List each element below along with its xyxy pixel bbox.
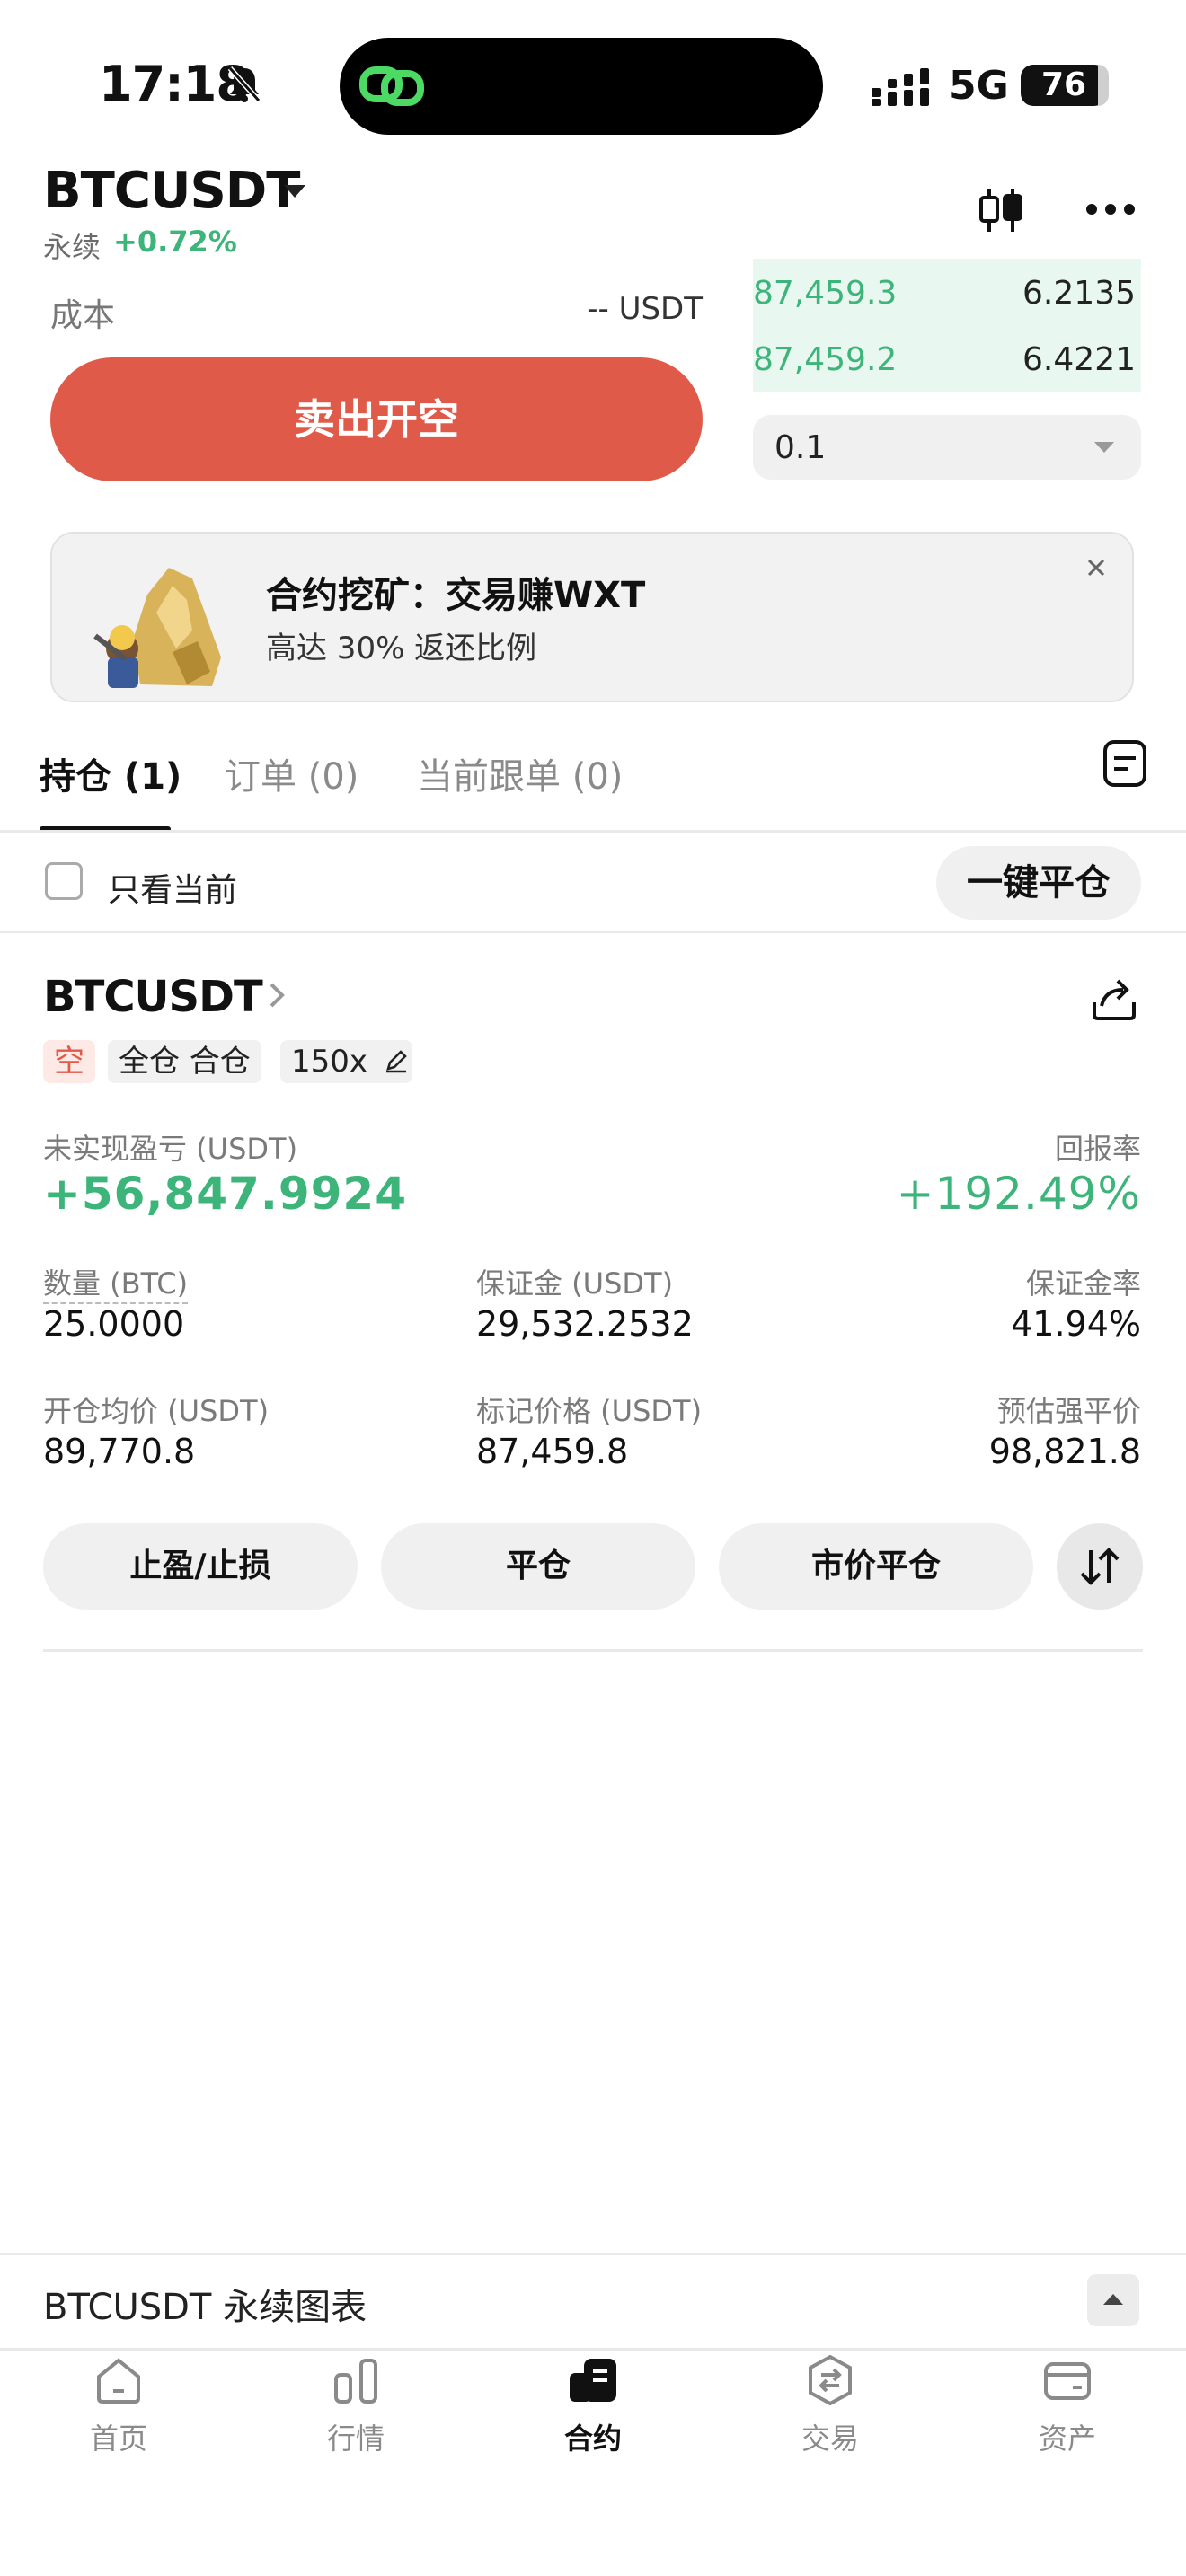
mark-price-value: 87,459.8: [476, 1432, 629, 1471]
close-icon[interactable]: [1082, 553, 1111, 582]
close-position-button[interactable]: 平仓: [381, 1523, 695, 1610]
symbol-title[interactable]: BTCUSDT: [43, 162, 300, 220]
depth-select-value: 0.1: [774, 429, 827, 466]
orderbook-price: 87,459.2: [753, 341, 898, 378]
only-current-label: 只看当前: [108, 872, 238, 909]
chart-bar-label[interactable]: BTCUSDT 永续图表: [43, 2278, 367, 2330]
roe-label: 回报率: [1054, 1132, 1141, 1166]
share-icon[interactable]: [1089, 975, 1139, 1022]
app-screen: 17:18 5G 76 BTCUSDT 永续 +0.72% 成本 -- USDT…: [0, 0, 1186, 2576]
orderbook-qty: 6.2135: [1022, 275, 1136, 312]
bell-muted-icon: [227, 66, 261, 102]
nav-market[interactable]: 行情: [275, 2353, 437, 2457]
orderbook-price: 87,459.3: [753, 275, 898, 312]
roe-value: +192.49%: [896, 1168, 1141, 1220]
orderbook-row[interactable]: 87,459.3 6.2135: [753, 259, 1141, 325]
pnl-label: 未实现盈亏 (USDT): [43, 1132, 298, 1166]
margin-label: 保证金 (USDT): [476, 1266, 674, 1301]
divider: [0, 830, 1186, 833]
side-badge: 空: [43, 1040, 95, 1083]
liq-price-value: 98,821.8: [988, 1432, 1141, 1471]
banner-subtitle: 高达 30% 返还比例: [266, 631, 537, 666]
cost-value: -- USDT: [587, 291, 703, 327]
chevron-down-icon: [1094, 442, 1114, 453]
market-icon: [334, 2359, 377, 2404]
price-change: +0.72%: [113, 225, 237, 259]
market-close-button[interactable]: 市价平仓: [719, 1523, 1033, 1610]
liq-price-label: 预估强平价: [996, 1394, 1141, 1428]
tab-orders[interactable]: 订单 (0): [225, 747, 358, 799]
candlestick-chart-icon[interactable]: [978, 185, 1024, 235]
margin-ratio-value: 41.94%: [1011, 1304, 1141, 1344]
tp-sl-button[interactable]: 止盈/止损: [43, 1523, 358, 1610]
network-type: 5G: [949, 63, 1009, 109]
futures-icon: [570, 2359, 616, 2402]
chevron-up-icon: [1103, 2294, 1123, 2305]
mark-price-label: 标记价格 (USDT): [476, 1394, 703, 1428]
battery-level: 76: [1021, 65, 1107, 106]
entry-price-value: 89,770.8: [43, 1432, 196, 1471]
nav-label: 行情: [326, 2422, 385, 2456]
nav-label: 合约: [563, 2422, 622, 2456]
swap-arrows-icon: [1080, 1548, 1120, 1585]
margin-value: 29,532.2532: [476, 1304, 694, 1344]
edit-icon[interactable]: [383, 1047, 410, 1074]
nav-home[interactable]: 首页: [38, 2353, 199, 2457]
pnl-value: +56,847.9924: [43, 1168, 407, 1220]
sell-short-button[interactable]: 卖出开空: [50, 357, 703, 481]
entry-price-label: 开仓均价 (USDT): [43, 1394, 270, 1428]
nav-label: 交易: [801, 2422, 859, 2456]
wallet-icon: [1044, 2362, 1091, 2400]
trade-icon: [809, 2354, 852, 2406]
only-current-checkbox[interactable]: [45, 862, 83, 900]
orderbook-qty: 6.4221: [1022, 341, 1136, 378]
perpetual-label: 永续: [43, 230, 102, 264]
close-all-button[interactable]: 一键平仓: [936, 846, 1141, 920]
nav-label: 资产: [1038, 2422, 1096, 2456]
cellular-signal-icon: [872, 68, 929, 106]
chevron-right-icon[interactable]: [266, 979, 289, 1011]
nav-label: 首页: [89, 2422, 147, 2456]
position-symbol[interactable]: BTCUSDT: [43, 972, 263, 1022]
home-icon: [97, 2358, 140, 2404]
quantity-label[interactable]: 数量 (BTC): [43, 1261, 189, 1304]
orderbook-row[interactable]: 87,459.2 6.4221: [753, 325, 1141, 392]
nav-assets[interactable]: 资产: [987, 2353, 1148, 2457]
tab-copy-trades[interactable]: 当前跟单 (0): [417, 747, 623, 799]
divider: [0, 2253, 1186, 2255]
app-logo-icon: [359, 66, 424, 106]
divider: [0, 2348, 1186, 2351]
cost-label: 成本: [50, 297, 116, 334]
reverse-position-button[interactable]: [1057, 1523, 1143, 1610]
battery-cap: [1098, 65, 1109, 106]
divider: [0, 931, 1186, 933]
nav-futures[interactable]: 合约: [512, 2353, 674, 2457]
quantity-value: 25.0000: [43, 1304, 185, 1344]
divider: [43, 1649, 1143, 1652]
margin-ratio-label: 保证金率: [1025, 1266, 1141, 1301]
order-history-icon[interactable]: [1102, 738, 1148, 789]
tab-positions[interactable]: 持仓 (1): [40, 747, 181, 799]
more-icon[interactable]: [1085, 203, 1136, 216]
gold-nugget-miner-image: [93, 568, 221, 688]
nav-trade[interactable]: 交易: [749, 2353, 911, 2457]
symbol-dropdown-icon[interactable]: [284, 185, 305, 198]
banner-title: 合约挖矿：交易赚WXT: [266, 575, 646, 616]
margin-mode-badge: 全仓 合仓: [108, 1040, 261, 1083]
